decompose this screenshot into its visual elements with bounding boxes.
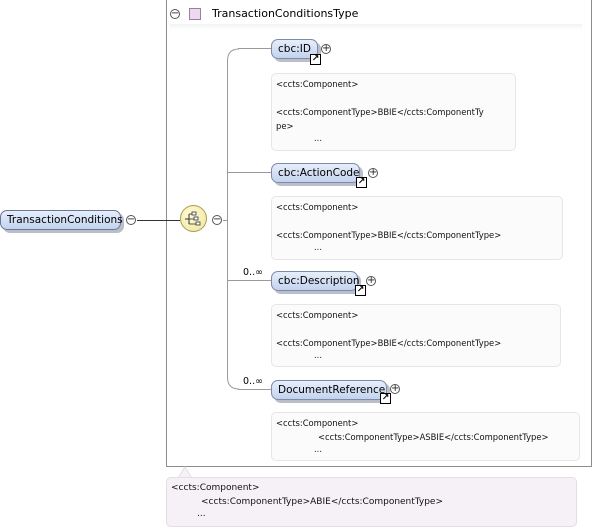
type-title: TransactionConditionsType	[212, 7, 359, 20]
annotation-ellipsis: ...	[314, 242, 322, 252]
element-node-description[interactable]: cbc:Description	[271, 271, 360, 291]
annotation-ellipsis: ...	[197, 509, 206, 519]
annotation-actioncode: <ccts:Component> <ccts:ComponentType>BBI…	[271, 196, 563, 260]
annotation-line: <ccts:Component>	[171, 483, 260, 493]
expand-button-id[interactable]: +	[321, 44, 331, 54]
root-connector	[137, 220, 180, 221]
annotation-line: <ccts:ComponentType>BBIE</ccts:Component…	[276, 338, 502, 348]
root-collapse-button[interactable]: −	[126, 215, 136, 225]
branch-description	[228, 280, 271, 281]
complex-type-icon	[189, 8, 201, 20]
sequence-compositor-icon	[185, 211, 201, 226]
annotation-line: <ccts:Component>	[276, 418, 359, 428]
sequence-compositor[interactable]	[180, 205, 207, 232]
element-node-documentreference[interactable]: DocumentReference	[271, 380, 387, 400]
annotation-line: pe>	[276, 121, 294, 131]
expand-button-documentreference[interactable]: +	[390, 384, 400, 394]
element-label-documentreference: DocumentReference	[278, 384, 386, 396]
annotation-line: <ccts:Component>	[276, 310, 359, 320]
annotation-line: <ccts:ComponentType>ABIE</ccts:Component…	[201, 497, 444, 507]
type-header-divider	[170, 24, 582, 30]
annotation-ellipsis: ...	[314, 350, 322, 360]
annotation-line: <ccts:ComponentType>ASBIE</ccts:Componen…	[318, 432, 549, 442]
element-label-id: cbc:ID	[278, 43, 311, 55]
type-annotation: <ccts:Component> <ccts:ComponentType>ABI…	[166, 477, 577, 527]
cardinality-documentreference: 0..∞	[243, 376, 263, 387]
annotation-line: <ccts:ComponentType>BBIE</ccts:Component…	[276, 107, 484, 117]
annotation-line: <ccts:Component>	[276, 79, 359, 89]
annotation-line: <ccts:Component>	[276, 202, 359, 212]
expand-button-description[interactable]: +	[366, 276, 376, 286]
annotation-documentreference: <ccts:Component> <ccts:ComponentType>ASB…	[271, 412, 580, 461]
root-element-label: TransactionConditions	[7, 214, 123, 226]
branch-id	[238, 48, 271, 49]
branch-actioncode	[228, 172, 271, 173]
reference-link-icon: ↗	[310, 54, 321, 65]
spine-top-curve	[227, 48, 239, 61]
element-label-description: cbc:Description	[278, 275, 360, 287]
element-label-actioncode: cbc:ActionCode	[278, 167, 360, 179]
annotation-ellipsis: ...	[314, 133, 322, 143]
type-collapse-button[interactable]: −	[170, 9, 180, 19]
reference-link-icon: ↗	[380, 393, 391, 404]
reference-link-icon: ↗	[355, 285, 366, 296]
annotation-ellipsis: ...	[314, 444, 322, 454]
compositor-collapse-button[interactable]: −	[212, 215, 222, 225]
element-node-actioncode[interactable]: cbc:ActionCode	[271, 163, 360, 183]
sequence-spine	[227, 60, 228, 377]
annotation-description: <ccts:Component> <ccts:ComponentType>BBI…	[271, 304, 561, 367]
root-element-node[interactable]: TransactionConditions	[0, 210, 123, 230]
expand-button-actioncode[interactable]: +	[368, 168, 378, 178]
annotation-line: <ccts:ComponentType>BBIE</ccts:Component…	[276, 230, 502, 240]
cardinality-description: 0..∞	[243, 267, 263, 278]
reference-link-icon: ↗	[356, 177, 367, 188]
annotation-id: <ccts:Component> <ccts:ComponentType>BBI…	[271, 73, 516, 151]
branch-documentreference	[238, 389, 271, 390]
